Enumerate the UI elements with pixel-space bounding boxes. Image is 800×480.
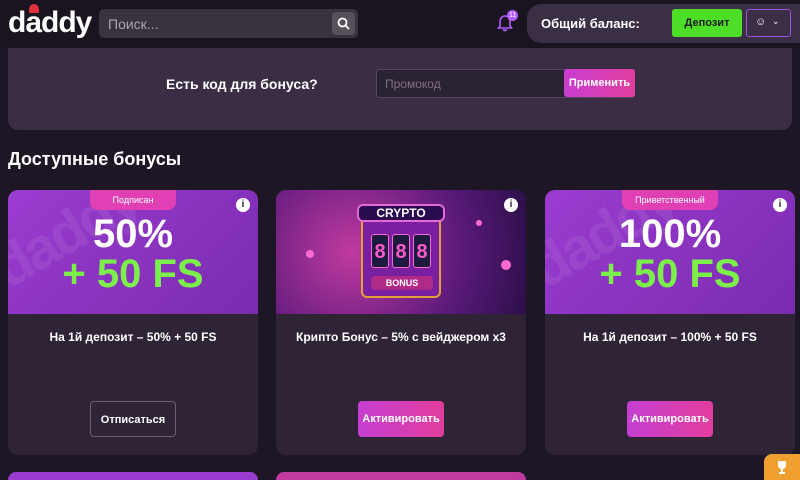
bonus-free-spins: + 50 FS	[599, 252, 741, 296]
bonus-card: daddy Подписан i 50% + 50 FS На 1й депоз…	[8, 190, 258, 455]
bonus-card: CRYPTO 8 8 8 BONUS i Крипто Бонус – 5% с…	[276, 190, 526, 455]
bonus-title: На 1й депозит – 50% + 50 FS	[49, 330, 217, 344]
user-icon: ☺	[755, 16, 767, 28]
activate-button[interactable]: Активировать	[627, 401, 713, 437]
bonus-title: На 1й депозит – 100% + 50 FS	[583, 330, 757, 344]
bonus-label: BONUS	[371, 276, 433, 290]
bonus-percent: 100%	[618, 212, 722, 256]
crypto-label: CRYPTO	[357, 204, 445, 222]
bonus-percent: 50%	[92, 212, 174, 256]
info-icon[interactable]: i	[504, 198, 518, 212]
unsubscribe-button[interactable]: Отписаться	[90, 401, 176, 437]
glow-dot	[306, 250, 314, 258]
slot-machine-icon: CRYPTO 8 8 8 BONUS	[357, 204, 445, 298]
balance-label: Общий баланс:	[541, 16, 640, 31]
bonus-free-spins: + 50 FS	[62, 252, 204, 296]
promo-question: Есть код для бонуса?	[166, 76, 318, 92]
reel: 8	[371, 234, 389, 268]
slot-reels: 8 8 8	[371, 234, 431, 268]
bonus-title: Крипто Бонус – 5% с вейджером х3	[296, 330, 506, 344]
reel: 8	[413, 234, 431, 268]
top-header: daddy Поиск... 11 Общий баланс: Депозит …	[0, 0, 800, 48]
deposit-button[interactable]: Депозит	[672, 9, 742, 37]
next-card-peek	[8, 472, 258, 480]
info-icon[interactable]: i	[236, 198, 250, 212]
tournaments-button[interactable]	[764, 454, 800, 480]
chevron-down-icon: ⌄	[772, 16, 780, 26]
logo[interactable]: daddy	[8, 4, 92, 40]
crypto-banner: CRYPTO 8 8 8 BONUS	[276, 190, 526, 314]
promo-code-panel: Есть код для бонуса? Промокод	[8, 48, 792, 130]
search-icon	[337, 17, 350, 30]
santa-hat-icon	[29, 4, 39, 13]
next-card-peek	[276, 472, 526, 480]
search-button[interactable]	[332, 12, 355, 35]
status-badge: Подписан	[90, 190, 176, 210]
apply-promo-button[interactable]: Применить	[564, 69, 635, 97]
reel: 8	[392, 234, 410, 268]
search-input[interactable]: Поиск...	[108, 16, 158, 32]
notifications-button[interactable]: 11	[496, 10, 519, 32]
user-menu-button[interactable]: ☺ ⌄	[746, 9, 791, 37]
section-title: Доступные бонусы	[8, 149, 182, 169]
logo-text: daddy	[8, 6, 92, 39]
info-icon[interactable]: i	[773, 198, 787, 212]
trophy-icon	[778, 461, 786, 474]
activate-button[interactable]: Активировать	[358, 401, 444, 437]
notification-badge: 11	[507, 10, 519, 21]
bonus-card: daddy Приветственный i 100% + 50 FS На 1…	[545, 190, 795, 455]
search-bar[interactable]: Поиск...	[99, 9, 358, 38]
glow-dot	[501, 260, 511, 270]
glow-dot	[476, 220, 482, 226]
status-badge: Приветственный	[622, 190, 718, 210]
promo-placeholder: Промокод	[385, 77, 441, 91]
